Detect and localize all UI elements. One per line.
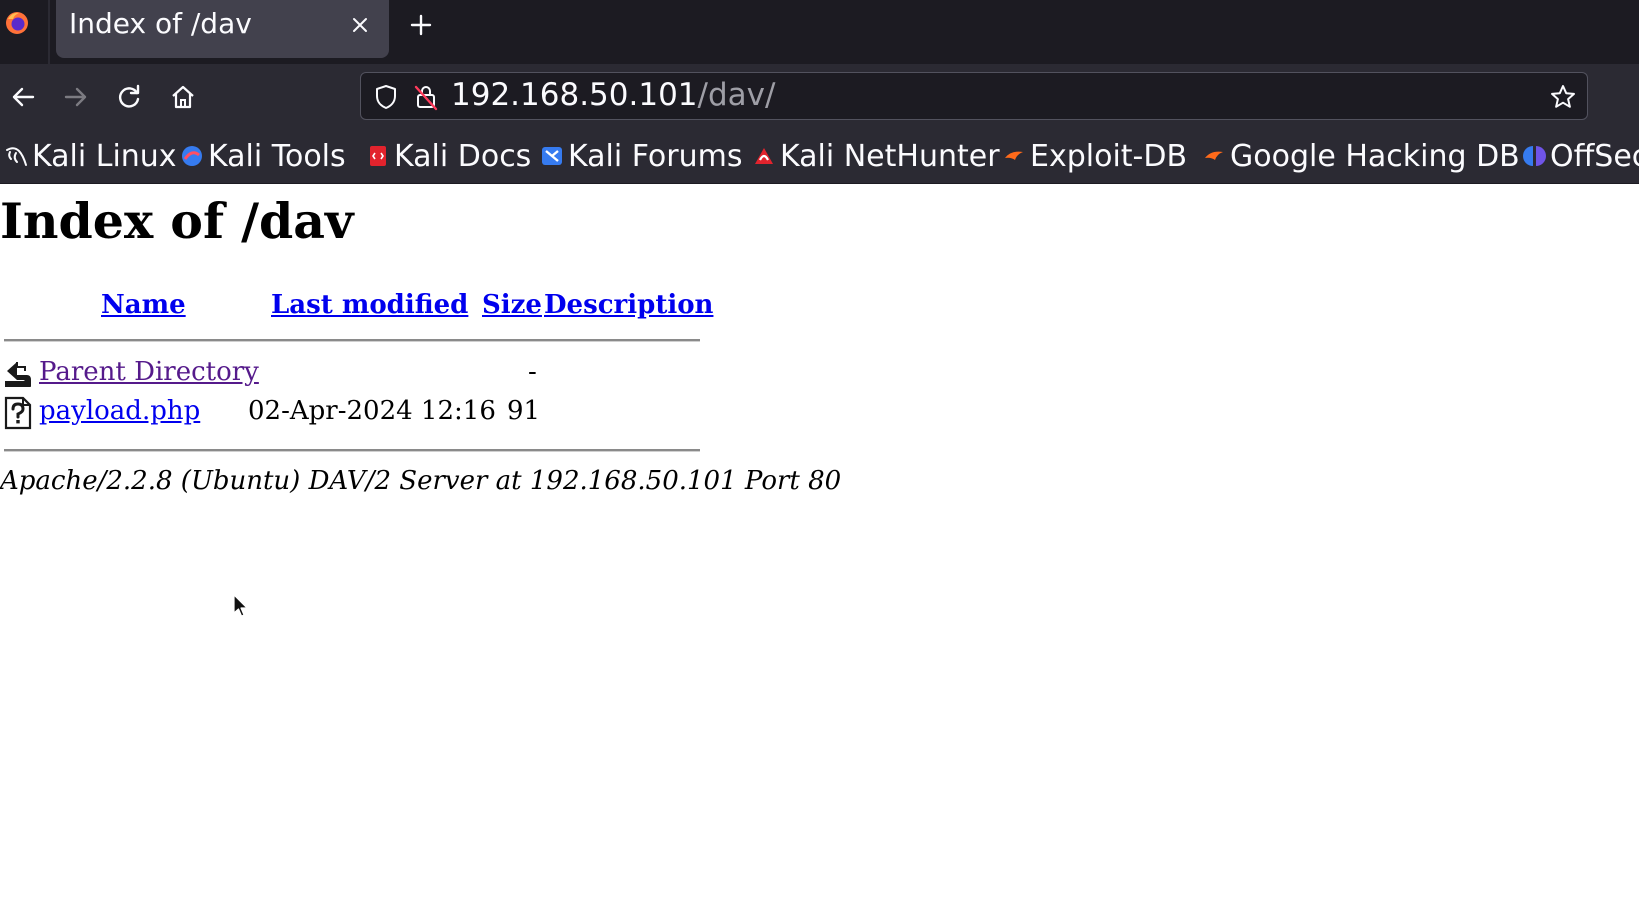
bookmark-kali-tools[interactable]: Kali Tools	[180, 138, 346, 174]
bookmark-kali-nethunter[interactable]: Kali NetHunter	[752, 138, 1000, 174]
header-divider	[4, 339, 700, 342]
google-hacking-db-icon	[1205, 151, 1223, 160]
mouse-cursor-icon	[233, 594, 248, 617]
bookmark-label: Kali Forums	[568, 138, 743, 174]
bookmark-label: Google Hacking DB	[1230, 138, 1520, 174]
bookmark-label: Kali Tools	[208, 138, 346, 174]
kali-docs-icon	[370, 146, 386, 166]
row-size: -	[528, 357, 537, 387]
insecure-lock-icon[interactable]	[413, 83, 439, 111]
kali-dragon-icon	[6, 147, 27, 166]
tab-separator	[48, 0, 50, 64]
back-arrow-icon[interactable]	[6, 80, 40, 114]
close-icon[interactable]	[348, 13, 372, 37]
footer-divider	[4, 449, 700, 452]
offsec-icon	[1523, 146, 1546, 166]
bookmark-star-icon[interactable]	[1549, 83, 1577, 111]
column-header-name[interactable]: Name	[101, 290, 186, 320]
unknown-file-icon	[4, 396, 32, 430]
navigation-toolbar: 192.168.50.101/dav/	[0, 64, 1639, 130]
tab-active[interactable]: Index of /dav	[56, 0, 389, 58]
home-icon[interactable]	[166, 80, 200, 114]
reload-icon[interactable]	[112, 80, 146, 114]
kali-tools-icon	[182, 146, 202, 166]
bookmark-label: Kali Linux	[32, 138, 177, 174]
row-last-modified: 02-Apr-2024 12:16	[248, 396, 496, 426]
page-title: Index of /dav	[0, 192, 354, 250]
tab-strip: Index of /dav	[0, 0, 1639, 64]
url-path: /dav/	[697, 77, 776, 113]
column-header-description[interactable]: Description	[544, 290, 713, 320]
browser-window: Index of /dav 192.168.50.101/dav/ Kali L…	[0, 0, 1639, 901]
bookmark-exploit-db[interactable]: Exploit-DB	[1002, 138, 1187, 174]
exploit-db-icon	[1005, 151, 1023, 160]
bookmark-label: Exploit-DB	[1030, 138, 1188, 174]
column-header-last-modified[interactable]: Last modified	[271, 290, 468, 320]
bookmark-kali-docs[interactable]: Kali Docs	[366, 138, 531, 174]
url-text[interactable]: 192.168.50.101/dav/	[451, 77, 775, 113]
url-bar[interactable]: 192.168.50.101/dav/	[360, 72, 1588, 120]
forward-arrow-icon[interactable]	[59, 80, 93, 114]
row-link-parent-directory[interactable]: Parent Directory	[39, 357, 259, 387]
firefox-logo-icon[interactable]	[4, 10, 30, 36]
row-size: 91	[507, 396, 541, 426]
kali-forums-icon	[542, 147, 562, 165]
shield-icon[interactable]	[373, 83, 399, 111]
back-folder-icon	[5, 362, 31, 387]
bookmark-label: OffSec	[1550, 138, 1639, 174]
bookmark-kali-forums[interactable]: Kali Forums	[540, 138, 742, 174]
row-link-payload-php[interactable]: payload.php	[39, 396, 200, 426]
bookmark-offsec[interactable]: OffSec	[1522, 138, 1639, 174]
tab-title: Index of /dav	[69, 7, 252, 40]
new-tab-icon[interactable]	[408, 12, 434, 38]
kali-nethunter-icon	[755, 148, 773, 164]
bookmark-kali-linux[interactable]: Kali Linux	[4, 138, 177, 174]
url-host: 192.168.50.101	[451, 77, 698, 113]
bookmark-google-hacking-db[interactable]: Google Hacking DB	[1202, 138, 1520, 174]
bookmark-label: Kali Docs	[394, 138, 532, 174]
server-signature: Apache/2.2.8 (Ubuntu) DAV/2 Server at 19…	[0, 466, 842, 496]
page-content: Index of /dav Name Last modified Size De…	[0, 184, 1639, 901]
column-header-size[interactable]: Size	[482, 290, 542, 320]
bookmarks-toolbar: Kali Linux Kali Tools Kali Docs Kali For…	[0, 130, 1639, 184]
bookmark-label: Kali NetHunter	[780, 138, 1000, 174]
